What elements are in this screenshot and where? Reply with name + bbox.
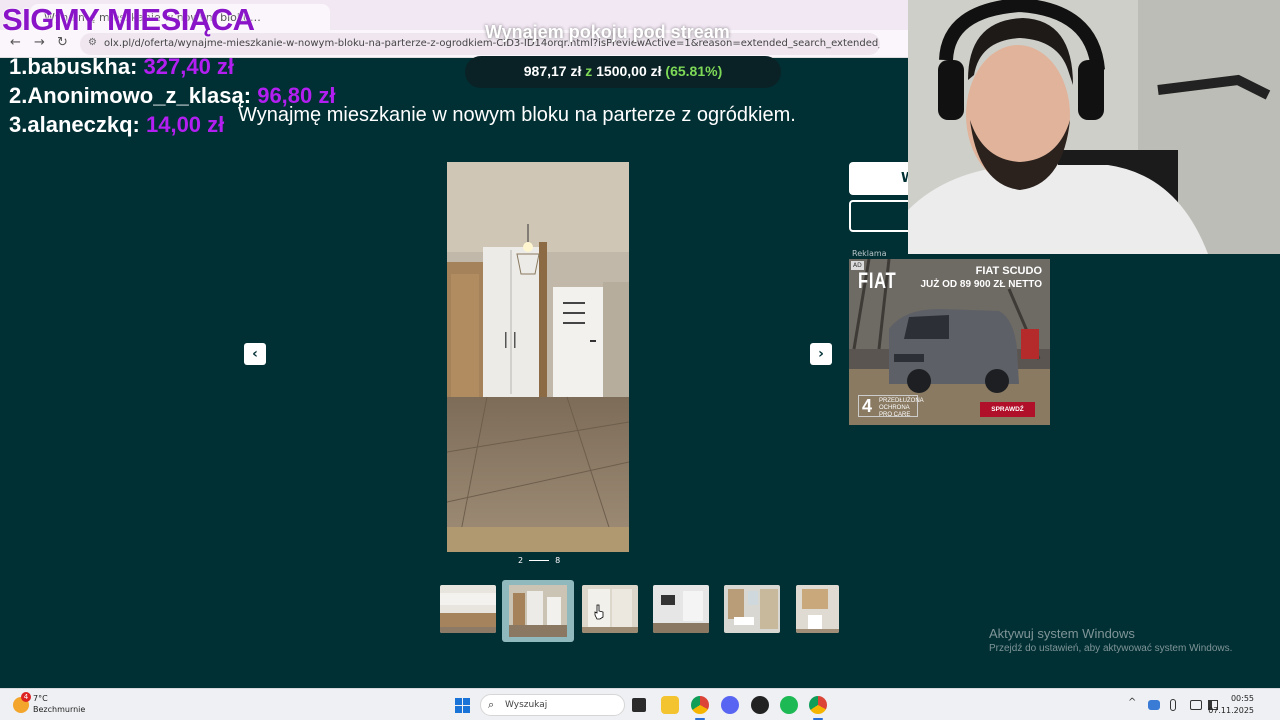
- reload-icon[interactable]: ↻: [57, 36, 68, 50]
- donor-rank: 1.: [9, 54, 28, 79]
- pro-care-number: 4: [862, 396, 873, 416]
- donor-name: alaneczkq:: [27, 112, 140, 137]
- network-icon[interactable]: [1190, 700, 1202, 710]
- spotify-icon[interactable]: [780, 696, 798, 714]
- search-placeholder: Wyszukaj: [505, 700, 548, 710]
- search-icon: ⌕: [488, 698, 495, 711]
- fiat-ad[interactable]: AD FIAT FIAT SCUDO JUŻ OD 89 900 ZŁ NETT…: [849, 259, 1050, 425]
- discord-icon[interactable]: [721, 696, 739, 714]
- thumbnail-bathroom[interactable]: [724, 585, 780, 633]
- donation-goal-bar: 987,17 zł z 1500,00 zł (65.81%): [465, 56, 781, 88]
- thumbnail-wardrobe[interactable]: [582, 585, 638, 633]
- donor-row: 1.babuskha: 327,40 zł: [9, 52, 335, 81]
- microphone-icon[interactable]: [1170, 699, 1176, 711]
- task-view-icon[interactable]: [632, 698, 646, 712]
- hand-cursor-icon: [594, 604, 604, 620]
- goal-current: 987,17 zł: [523, 63, 582, 79]
- thumbnail-kitchen[interactable]: [440, 585, 496, 633]
- donor-amount: 327,40 zł: [143, 54, 235, 79]
- gallery-prev-button[interactable]: ‹: [244, 343, 266, 365]
- file-explorer-icon[interactable]: [661, 696, 679, 714]
- site-settings-icon[interactable]: ⚙: [88, 37, 97, 48]
- offer-title: Wynajmę mieszkanie w nowym bloku na part…: [238, 104, 796, 126]
- donor-name: Anonimowo_z_klasą:: [27, 83, 252, 108]
- gallery-counter: 28: [518, 556, 560, 565]
- obs-icon[interactable]: [751, 696, 769, 714]
- tray-overflow-icon[interactable]: ^: [1128, 697, 1136, 708]
- clock-date[interactable]: 07.11.2025: [1208, 706, 1254, 715]
- thumbnail-toilet[interactable]: [796, 585, 839, 633]
- gallery-main-photo[interactable]: [447, 162, 629, 552]
- weather-description[interactable]: Bezchmurnie: [33, 705, 85, 714]
- forward-icon[interactable]: →: [34, 36, 45, 50]
- windows-taskbar: 4 7°C Bezchmurnie ⌕ Wyszukaj ^ 00:55 07.…: [0, 688, 1280, 720]
- donor-amount: 14,00 zł: [145, 112, 225, 137]
- chrome-icon[interactable]: [691, 696, 709, 714]
- windows-activation-title: Aktywuj system Windows: [989, 626, 1135, 641]
- weather-temperature[interactable]: 7°C: [33, 694, 48, 703]
- goal-target: 1500,00 zł: [596, 63, 662, 79]
- windows-activation-subtitle: Przejdź do ustawień, aby aktywować syste…: [989, 643, 1233, 654]
- ad-model: FIAT SCUDO: [975, 265, 1042, 277]
- goal-separator: z: [585, 63, 593, 79]
- clock-time[interactable]: 00:55: [1231, 694, 1254, 703]
- windows-start-icon[interactable]: [455, 698, 470, 713]
- donor-rank: 2.: [9, 83, 28, 108]
- pro-care-text: PRZEDŁUŻONA OCHRONA PRO CARE: [879, 398, 924, 418]
- sigmy-banner: SIGMY MIESIĄCA: [2, 2, 255, 37]
- donor-rank: 3.: [9, 112, 28, 137]
- onedrive-icon[interactable]: [1148, 700, 1160, 710]
- ad-cta-button[interactable]: SPRAWDŹ: [980, 402, 1035, 417]
- ad-price: JUŻ OD 89 900 ZŁ NETTO: [920, 279, 1042, 290]
- gallery-next-button[interactable]: ›: [810, 343, 832, 365]
- donor-name: babuskha:: [27, 54, 138, 79]
- thumbnail-hallway[interactable]: [502, 580, 574, 642]
- ad-label: Reklama: [852, 249, 887, 258]
- webcam-feed: [908, 0, 1280, 254]
- thumbnail-room[interactable]: [653, 585, 709, 633]
- screen: Wynajmę mieszkanie w nowym bloku… ← → ↻ …: [0, 0, 1280, 720]
- back-icon[interactable]: ←: [10, 36, 21, 50]
- weather-notification-badge: 4: [21, 692, 31, 702]
- chrome-profile-icon[interactable]: [809, 696, 827, 714]
- gallery-total: 8: [555, 556, 561, 565]
- goal-percent: (65.81%): [665, 63, 723, 79]
- taskbar-search-input[interactable]: ⌕ Wyszukaj: [480, 694, 625, 716]
- gallery-current-index: 2: [518, 556, 524, 565]
- pro-care-badge: 4 PRZEDŁUŻONA OCHRONA PRO CARE: [858, 395, 923, 418]
- fiat-logo: FIAT: [858, 268, 897, 293]
- stream-title: Wynajem pokoju pod stream: [485, 22, 730, 42]
